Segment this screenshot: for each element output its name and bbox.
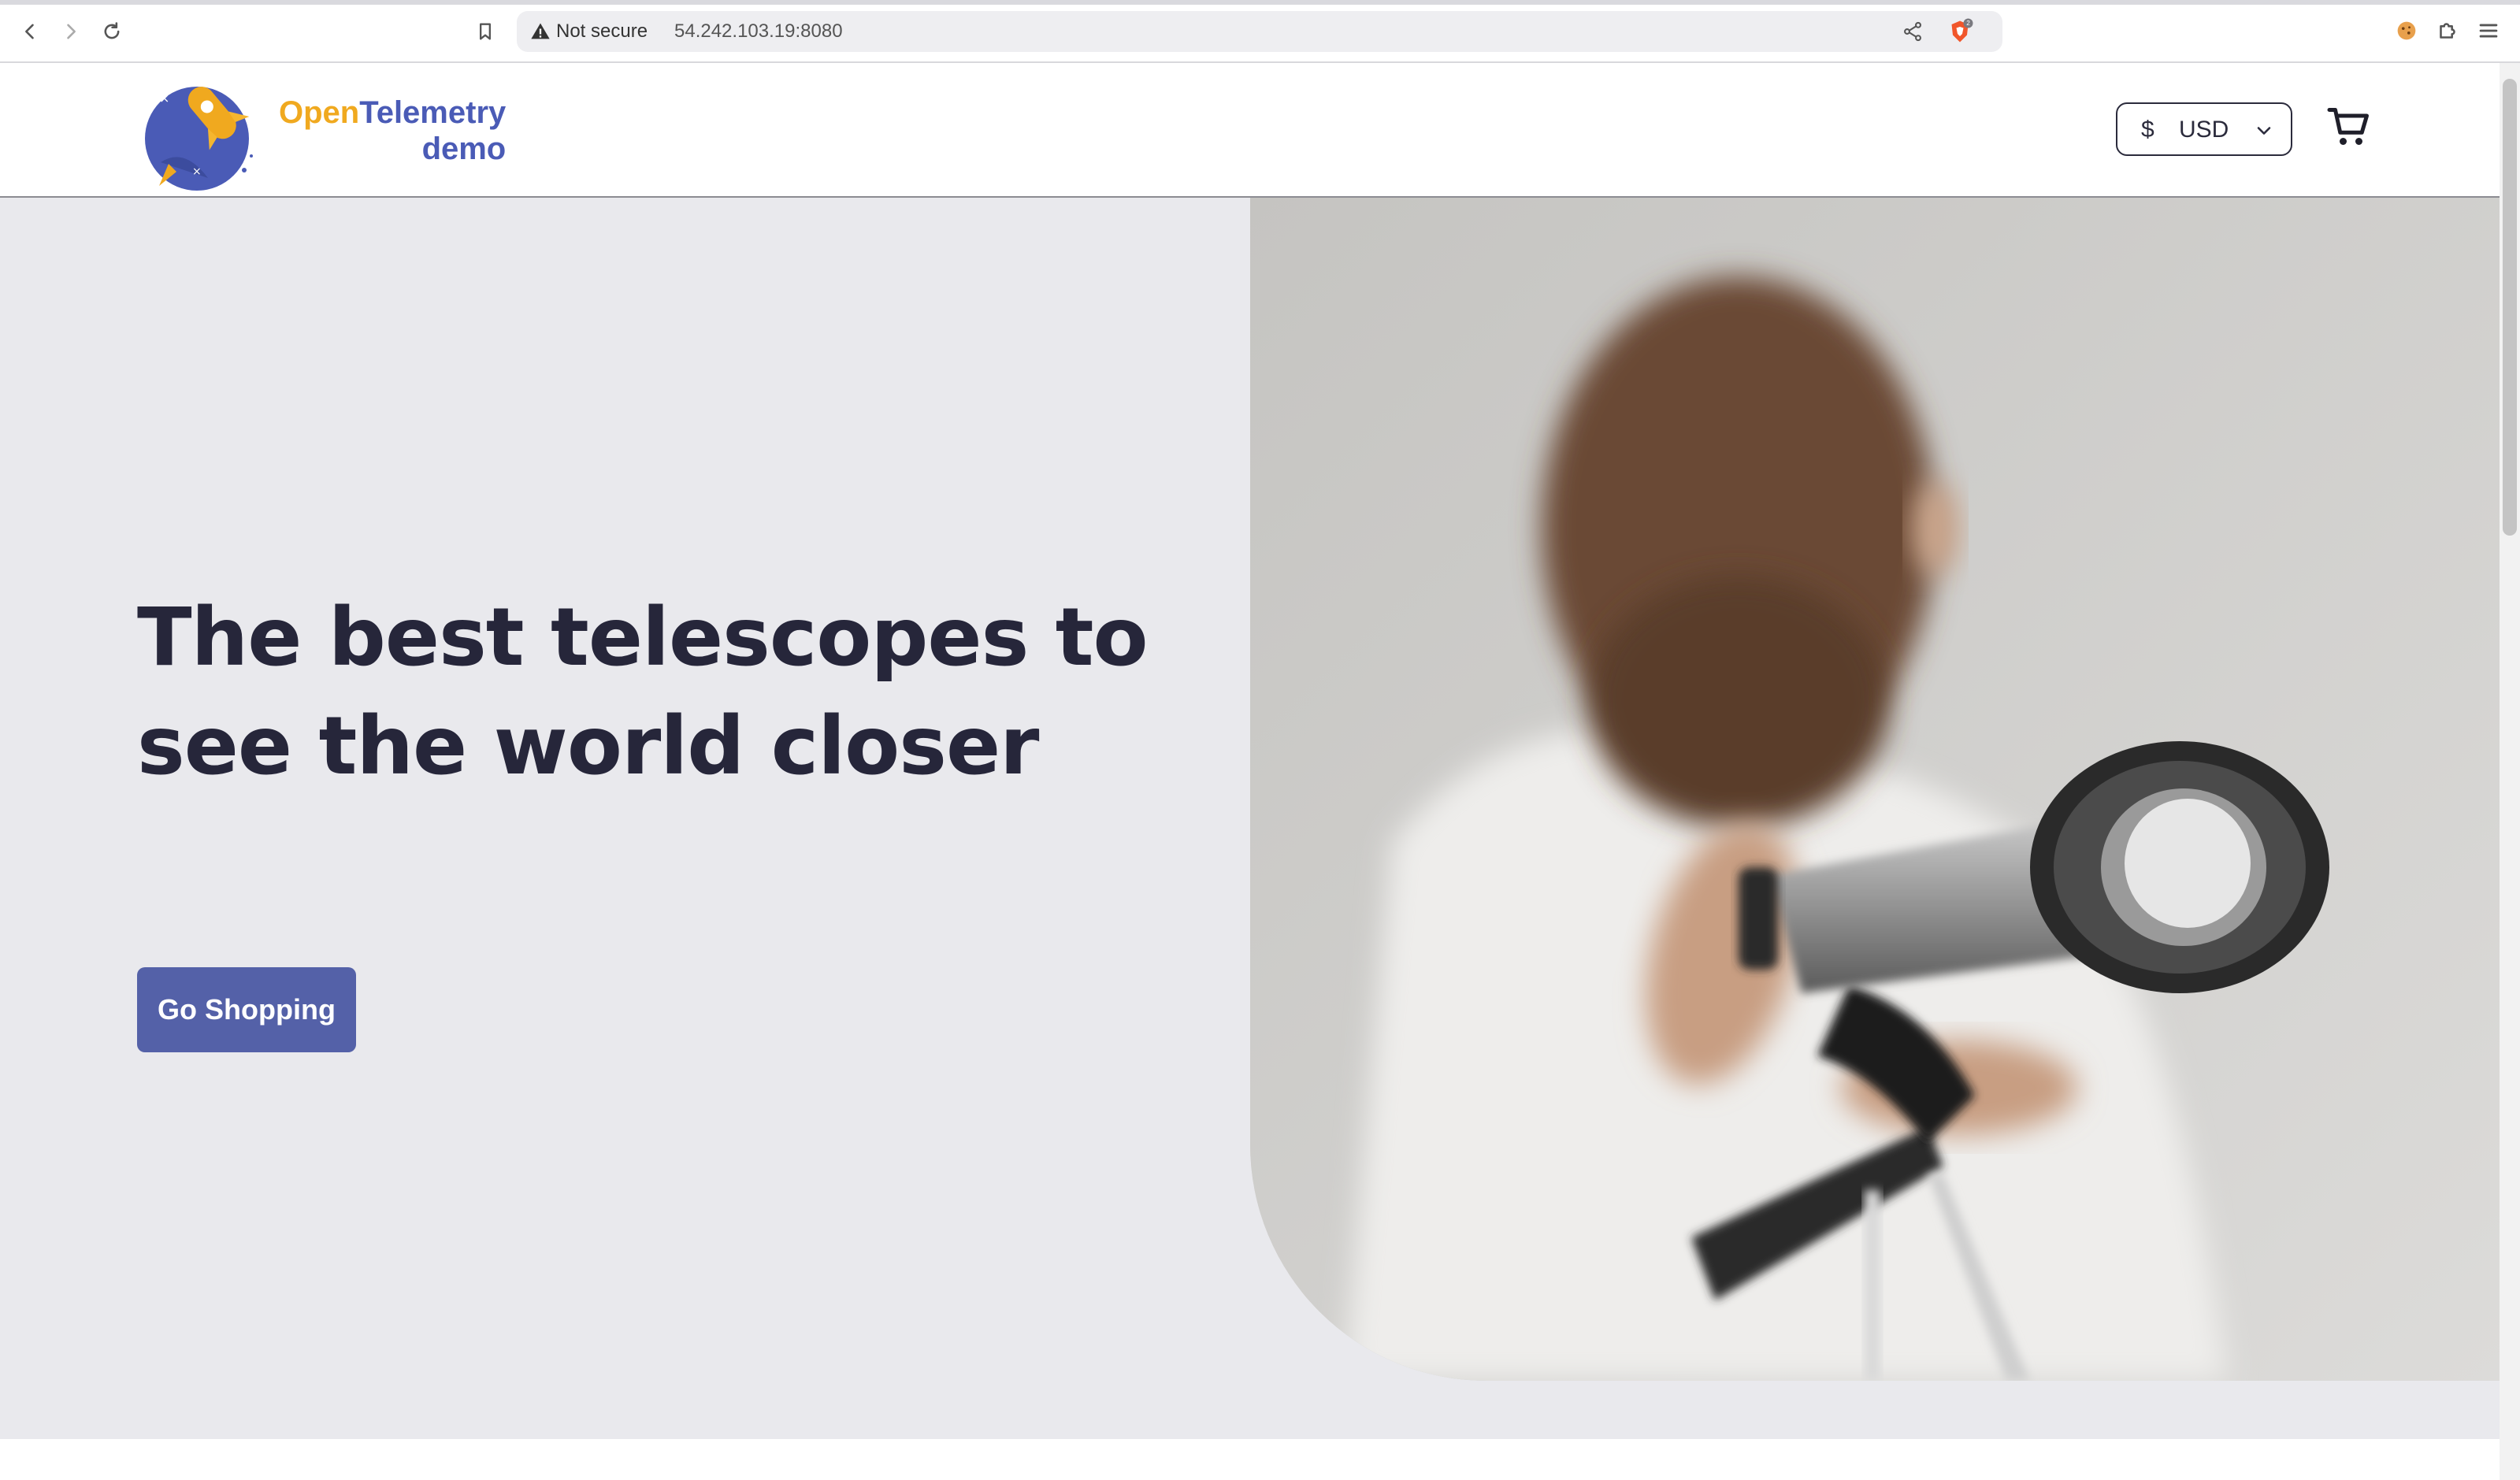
address-bar[interactable]: Not secure 54.242.103.19:8080 2 <box>517 11 2002 52</box>
url-text[interactable]: 54.242.103.19:8080 <box>674 20 843 43</box>
site-header: × × OpenTelemetry demo $ USD <box>0 63 2500 198</box>
back-icon <box>25 24 34 39</box>
reload-button[interactable] <box>98 17 126 46</box>
hero-banner: The best telescopes to see the world clo… <box>0 198 2500 1439</box>
puzzle-extensions-icon[interactable] <box>2434 17 2461 44</box>
cookie-extension-icon[interactable] <box>2393 17 2420 44</box>
svg-text:×: × <box>159 91 169 106</box>
cart-icon[interactable] <box>2325 104 2373 151</box>
bookmark-button[interactable] <box>471 17 499 46</box>
brand-demo: demo <box>421 132 507 166</box>
page-scrollbar[interactable] <box>2500 63 2520 1480</box>
warning-icon <box>531 23 550 39</box>
currency-symbol: $ <box>2141 117 2154 143</box>
currency-code: USD <box>2179 117 2229 143</box>
tab-strip-edge <box>0 0 2520 5</box>
security-label[interactable]: Not secure <box>556 20 648 43</box>
scrollbar-thumb[interactable] <box>2503 79 2517 536</box>
brave-shield-count: 2 <box>1966 20 1970 27</box>
brand-telemetry: Telemetry <box>359 95 507 130</box>
hero-title: The best telescopes to see the world clo… <box>137 591 1149 793</box>
browser-toolbar: Not secure 54.242.103.19:8080 2 <box>0 0 2520 63</box>
brand-wordmark[interactable]: OpenTelemetry demo <box>279 95 506 167</box>
menu-icon[interactable] <box>2475 17 2502 44</box>
reload-icon <box>104 22 120 39</box>
forward-button[interactable] <box>57 17 85 46</box>
bookmark-icon <box>480 23 491 40</box>
opentelemetry-logo-icon[interactable]: × × <box>137 68 263 194</box>
share-icon[interactable] <box>1902 20 1924 43</box>
svg-text:×: × <box>192 165 202 178</box>
go-shopping-button[interactable]: Go Shopping <box>137 967 356 1052</box>
brand-open: Open <box>279 95 360 130</box>
chevron-down-icon <box>2257 127 2271 135</box>
forward-icon <box>67 24 76 39</box>
page-content-below-fold <box>0 1439 2500 1480</box>
back-button[interactable] <box>16 17 44 46</box>
brave-shield-icon[interactable]: 2 <box>1946 17 1974 46</box>
hero-image <box>1250 198 2500 1381</box>
currency-select[interactable]: $ USD <box>2116 102 2292 156</box>
boy-with-telescope-image <box>1250 198 2500 1381</box>
